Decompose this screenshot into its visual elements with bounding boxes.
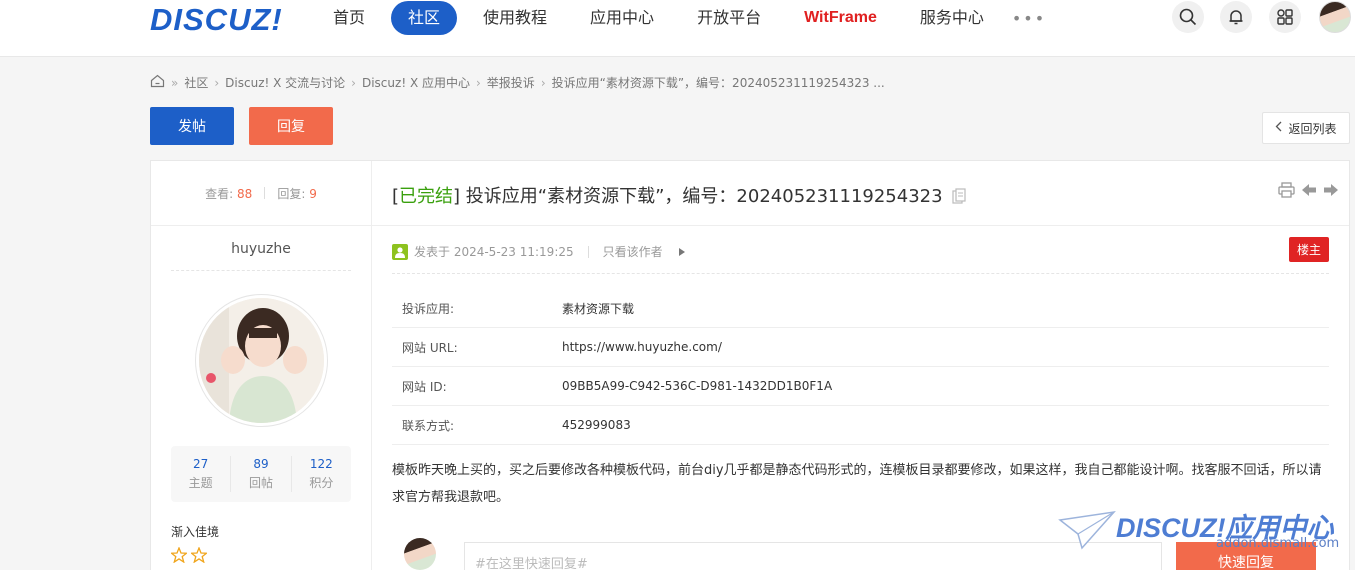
field-value[interactable]: https://www.huyuzhe.com/ — [562, 340, 722, 354]
title-row: [已完结] 投诉应用“素材资源下载”，编号：202405231119254323 — [372, 161, 1349, 226]
posts-label: 回帖 — [248, 476, 273, 490]
new-post-button[interactable]: 发帖 — [150, 107, 234, 145]
caret-right-icon[interactable] — [678, 245, 685, 259]
post-time: 发表于 2024-5-23 11:19:25 — [414, 245, 574, 259]
watermark: DISCUZ!应用中心 addon.dismall.com — [1058, 506, 1348, 556]
user-level: 渐入佳境 — [171, 525, 220, 539]
bell-icon[interactable] — [1220, 1, 1252, 33]
chevron-right-icon: › — [540, 75, 546, 90]
views-count: 88 — [237, 186, 253, 201]
replies-label: 回复: — [277, 186, 306, 201]
search-icon[interactable] — [1172, 1, 1204, 33]
nav-more-icon[interactable]: ••• — [1012, 9, 1046, 28]
title-tools — [1278, 182, 1339, 202]
author-stats: 27 主题 89 回帖 122 积分 — [171, 446, 351, 502]
topics-stat[interactable]: 27 主题 — [171, 456, 232, 492]
apps-icon[interactable] — [1269, 1, 1301, 33]
divider — [171, 270, 351, 271]
views-stat: 查看: 88 — [205, 185, 252, 202]
user-avatar[interactable] — [1319, 1, 1351, 33]
posts-count: 89 — [253, 457, 269, 471]
post-body: 模板昨天晚上买的，买之后要修改各种模板代码，前台diy几乎都是静态代码形式的，连… — [392, 463, 1322, 505]
breadcrumb-current: 投诉应用“素材资源下载”，编号：202405231119254323 ... — [551, 76, 885, 90]
tag-bracket: [ — [392, 186, 400, 207]
previous-thread-icon[interactable] — [1301, 182, 1317, 202]
thread-title: [已完结] 投诉应用“素材资源下载”，编号：202405231119254323 — [392, 182, 966, 209]
back-to-list-button[interactable]: 返回列表 — [1262, 112, 1350, 144]
topics-label: 主题 — [188, 476, 213, 490]
reply-button[interactable]: 回复 — [249, 107, 333, 145]
author-name[interactable]: huyuzhe — [151, 241, 371, 257]
title-text: 投诉应用“素材资源下载”，编号：202405231119254323 — [460, 186, 943, 207]
info-row: 网站 ID: 09BB5A99-C942-536C-D981-1432DD1B0… — [392, 367, 1329, 406]
current-user-avatar — [404, 538, 436, 570]
avatar-image — [199, 298, 324, 423]
next-thread-icon[interactable] — [1323, 182, 1339, 202]
home-icon[interactable] — [150, 74, 165, 91]
star-icon — [169, 546, 189, 567]
divider — [264, 187, 266, 199]
points-label: 积分 — [309, 476, 334, 490]
only-author-link[interactable]: 只看该作者 — [603, 243, 663, 260]
field-label: 网站 ID: — [402, 379, 447, 394]
field-value: 09BB5A99-C942-536C-D981-1432DD1B0F1A — [562, 379, 833, 393]
field-label: 联系方式: — [402, 418, 455, 433]
nav-witframe[interactable]: WitFrame — [787, 1, 894, 35]
author-sidebar: 查看: 88 回复: 9 huyuzhe 27 主题 89 回帖 122 积分 … — [151, 161, 372, 570]
star-icon — [189, 546, 209, 567]
chevron-left-icon — [1275, 121, 1282, 135]
replies-count: 9 — [309, 186, 317, 201]
watermark-url: addon.dismall.com — [1216, 536, 1340, 551]
info-row: 联系方式: 452999083 — [392, 406, 1329, 445]
divider — [587, 245, 589, 258]
field-value: 452999083 — [562, 418, 631, 432]
field-label: 网站 URL: — [402, 340, 458, 355]
level-stars — [169, 546, 209, 567]
nav-app-center[interactable]: 应用中心 — [573, 1, 671, 35]
nav-tutorials[interactable]: 使用教程 — [466, 1, 564, 35]
floor-badge: 楼主 — [1288, 237, 1329, 262]
breadcrumb-report[interactable]: 举报投诉 — [487, 74, 535, 91]
back-to-list-label: 返回列表 — [1288, 121, 1337, 136]
nav-open-platform[interactable]: 开放平台 — [680, 1, 778, 35]
report-info-table: 投诉应用: 素材资源下载 网站 URL: https://www.huyuzhe… — [392, 289, 1329, 445]
copy-link-icon[interactable] — [952, 188, 966, 209]
chevron-right-icon: › — [214, 75, 220, 90]
nav-home[interactable]: 首页 — [316, 1, 382, 35]
main-nav: 首页 社区 使用教程 应用中心 开放平台 WitFrame 服务中心 ••• — [316, 0, 1046, 36]
breadcrumb-separator: » — [171, 75, 179, 90]
discuz-logo[interactable]: DISCUZ! — [150, 2, 283, 38]
breadcrumb-community[interactable]: 社区 — [184, 74, 208, 91]
status-tag[interactable]: 已完结 — [399, 186, 453, 207]
breadcrumb-discuss[interactable]: Discuz! X 交流与讨论 — [225, 74, 345, 91]
points-stat[interactable]: 122 积分 — [292, 456, 351, 492]
top-header: DISCUZ! 首页 社区 使用教程 应用中心 开放平台 WitFrame 服务… — [0, 0, 1355, 57]
replies-stat: 回复: 9 — [277, 185, 317, 202]
print-icon[interactable] — [1278, 182, 1295, 202]
points-count: 122 — [309, 457, 333, 471]
views-label: 查看: — [205, 186, 234, 201]
breadcrumb-app-center[interactable]: Discuz! X 应用中心 — [362, 74, 470, 91]
thread-stats: 查看: 88 回复: 9 — [151, 161, 371, 226]
chevron-right-icon: › — [351, 75, 356, 90]
tag-bracket: ] — [453, 186, 461, 207]
posts-stat[interactable]: 89 回帖 — [231, 456, 292, 492]
post-meta: 发表于 2024-5-23 11:19:25 只看该作者 — [392, 243, 685, 260]
chevron-right-icon: › — [475, 75, 481, 90]
field-value: 素材资源下载 — [562, 301, 635, 316]
info-row: 投诉应用: 素材资源下载 — [392, 289, 1329, 328]
topics-count: 27 — [193, 457, 209, 471]
paper-plane-icon — [1058, 510, 1116, 554]
user-icon — [392, 243, 408, 260]
divider — [392, 273, 1329, 274]
nav-service-center[interactable]: 服务中心 — [903, 1, 1001, 35]
info-row: 网站 URL: https://www.huyuzhe.com/ — [392, 328, 1329, 367]
field-label: 投诉应用: — [402, 301, 455, 316]
author-avatar[interactable] — [195, 294, 328, 427]
breadcrumb: » 社区 › Discuz! X 交流与讨论 › Discuz! X 应用中心 … — [150, 74, 885, 91]
nav-community[interactable]: 社区 — [391, 1, 458, 35]
